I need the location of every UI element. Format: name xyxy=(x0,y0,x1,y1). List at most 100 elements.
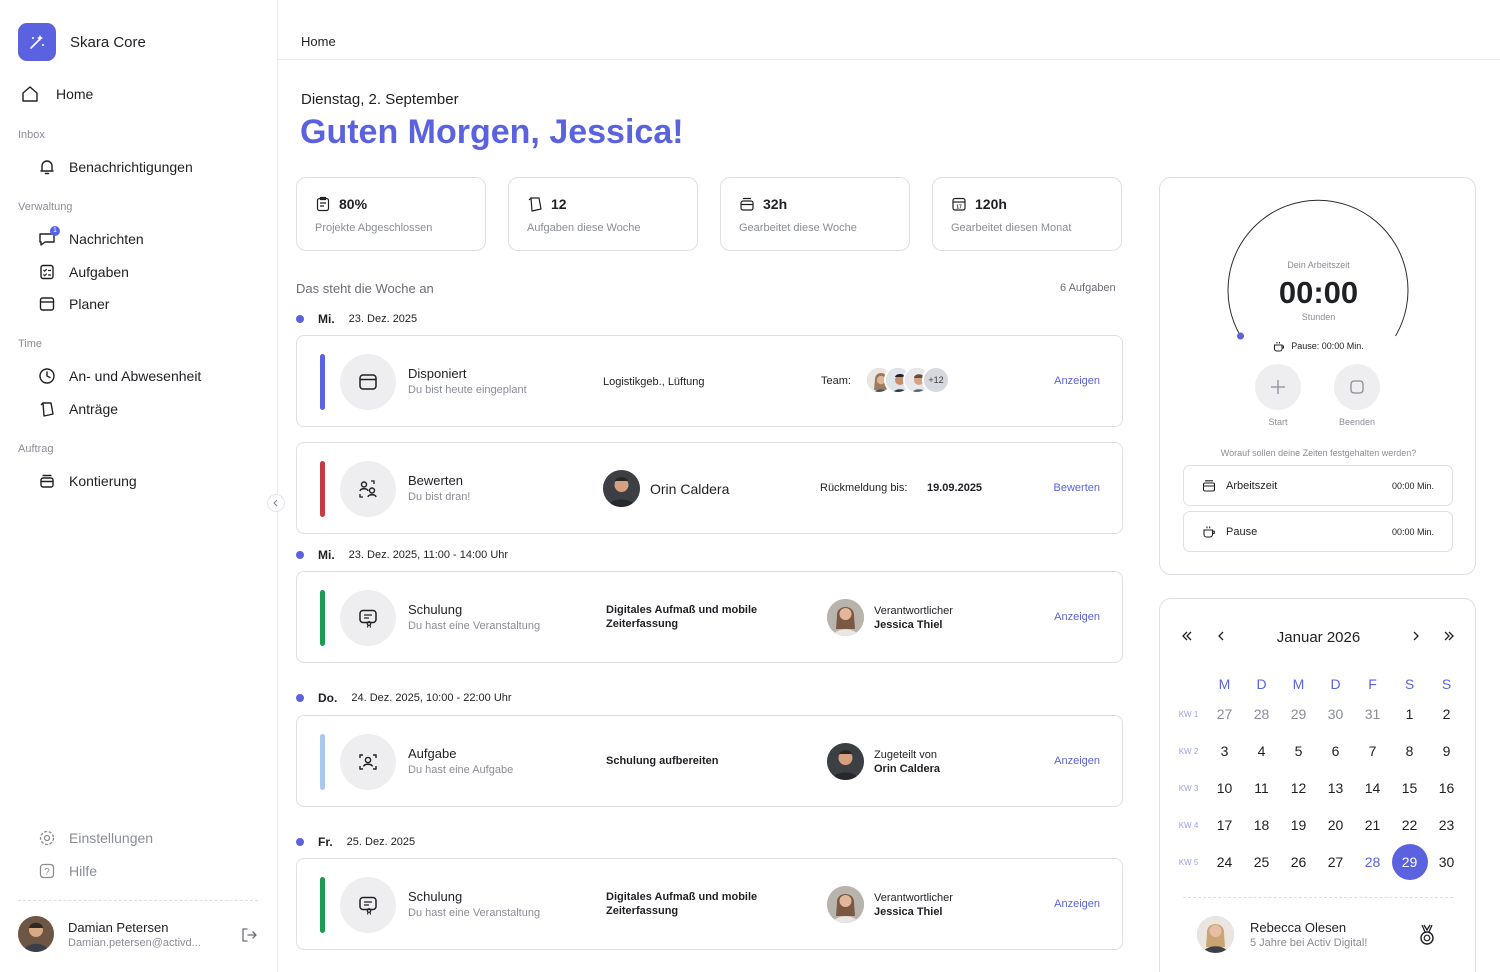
slot-arbeitszeit[interactable]: Arbeitszeit 00:00 Min. xyxy=(1183,465,1453,506)
calendar-day[interactable]: 6 xyxy=(1317,736,1354,766)
user-profile[interactable]: Damian Petersen Damian.petersen@activd..… xyxy=(18,916,260,952)
calendar-day[interactable]: 17 xyxy=(1206,810,1243,840)
anniversary: Rebecca Olesen 5 Jahre bei Activ Digital… xyxy=(1197,916,1437,953)
card-topic-line2: Zeiterfassung xyxy=(606,618,679,630)
day-header: Mi. 23. Dez. 2025 xyxy=(296,312,417,326)
calendar-day[interactable]: 27 xyxy=(1317,847,1354,877)
plus-icon xyxy=(1271,380,1285,394)
sidebar-item-planer[interactable]: Planer xyxy=(37,294,109,314)
calendar-day[interactable]: 21 xyxy=(1354,810,1391,840)
sidebar-item-hilfe[interactable]: ? Hilfe xyxy=(37,861,97,881)
timer-question: Worauf sollen deine Zeiten festgehalten … xyxy=(1220,448,1417,458)
sidebar-item-kontierung[interactable]: Kontierung xyxy=(37,471,137,491)
calendar-icon xyxy=(37,294,57,314)
calendar-day[interactable]: 30 xyxy=(1428,847,1465,877)
sidebar-item-benachrichtigungen[interactable]: Benachrichtigungen xyxy=(37,157,193,177)
card-color-bar xyxy=(320,461,325,517)
calendar-day[interactable]: 28 xyxy=(1354,847,1391,877)
svg-text:17: 17 xyxy=(956,204,962,210)
sidebar-item-home[interactable]: Home xyxy=(20,84,93,104)
show-button[interactable]: Anzeigen xyxy=(1054,375,1100,387)
calendar-day[interactable]: 9 xyxy=(1428,736,1465,766)
stat-card-week-hours: 32h Gearbeitet diese Woche xyxy=(720,177,910,251)
next-year-button[interactable] xyxy=(1442,629,1456,643)
calendar-day[interactable]: 5 xyxy=(1280,736,1317,766)
team-label: Team: xyxy=(821,375,851,387)
user-email: Damian.petersen@activd... xyxy=(68,936,201,949)
sidebar-item-antraege[interactable]: Anträge xyxy=(37,399,118,419)
slot-pause[interactable]: Pause 00:00 Min. xyxy=(1183,511,1453,552)
calendar-month: Januar 2026 xyxy=(1276,629,1361,646)
calendar-day[interactable]: 7 xyxy=(1354,736,1391,766)
collapse-sidebar-button[interactable] xyxy=(267,494,285,512)
calendar-day[interactable]: 29 xyxy=(1280,699,1317,729)
people-swap-icon xyxy=(340,461,396,517)
stop-button[interactable] xyxy=(1334,364,1380,410)
calendar-day[interactable]: 10 xyxy=(1206,773,1243,803)
sidebar-item-label: Kontierung xyxy=(69,473,137,489)
next-month-button[interactable] xyxy=(1409,629,1423,643)
selected-day[interactable]: 29 xyxy=(1391,844,1428,880)
clipboard-icon xyxy=(315,196,331,212)
section-auftrag: Auftrag xyxy=(18,443,54,455)
task-card-schulung: Schulung Du hast eine Veranstaltung Digi… xyxy=(296,571,1123,663)
brand-name: Skara Core xyxy=(70,33,146,51)
calendar-day[interactable]: 8 xyxy=(1391,736,1428,766)
calendar-day[interactable]: 20 xyxy=(1317,810,1354,840)
clock-icon xyxy=(37,366,57,386)
calendar-day[interactable]: 25 xyxy=(1243,847,1280,877)
notification-badge: 1 xyxy=(50,226,60,236)
calendar-day[interactable]: 27 xyxy=(1206,699,1243,729)
card-title: Aufgabe xyxy=(408,746,457,761)
timer-value: 00:00 xyxy=(1278,275,1359,310)
sidebar-item-label: Planer xyxy=(69,296,110,312)
task-card-disponiert: Disponiert Du bist heute eingeplant Logi… xyxy=(296,335,1123,427)
calendar-day[interactable]: 19 xyxy=(1280,810,1317,840)
breadcrumb[interactable]: Home xyxy=(301,34,336,49)
calendar-day[interactable]: 12 xyxy=(1280,773,1317,803)
card-title: Bewerten xyxy=(408,473,463,488)
weekday-label: F xyxy=(1368,676,1377,692)
calendar-day[interactable]: 15 xyxy=(1391,773,1428,803)
calendar-day[interactable]: 14 xyxy=(1354,773,1391,803)
sidebar-item-aufgaben[interactable]: Aufgaben xyxy=(37,262,129,282)
calendar-day[interactable]: 29 xyxy=(1391,844,1428,880)
calendar-day[interactable]: 16 xyxy=(1428,773,1465,803)
home-icon xyxy=(20,84,40,104)
sidebar-item-einstellungen[interactable]: Einstellungen xyxy=(37,828,153,848)
calendar-day[interactable]: 26 xyxy=(1280,847,1317,877)
week-number: KW 5 xyxy=(1178,857,1199,867)
sidebar-item-anwesenheit[interactable]: An- und Abwesenheit xyxy=(37,366,201,386)
calendar-day[interactable]: 24 xyxy=(1206,847,1243,877)
calendar-day[interactable]: 2 xyxy=(1428,699,1465,729)
show-button[interactable]: Anzeigen xyxy=(1054,755,1100,767)
card-title: Schulung xyxy=(408,602,463,617)
show-button[interactable]: Anzeigen xyxy=(1054,611,1100,623)
calendar-day[interactable]: 31 xyxy=(1354,699,1391,729)
card-person: Orin Caldera xyxy=(603,470,729,507)
start-button[interactable] xyxy=(1255,364,1301,410)
team-avatars[interactable]: +12 xyxy=(865,366,950,394)
rate-button[interactable]: Bewerten xyxy=(1054,482,1100,494)
user-name: Damian Petersen xyxy=(68,919,169,935)
page-title: Guten Morgen, Jessica! xyxy=(300,113,684,151)
calendar-day[interactable]: 13 xyxy=(1317,773,1354,803)
calendar-day[interactable]: 11 xyxy=(1243,773,1280,803)
stat-label: Projekte Abgeschlossen xyxy=(315,222,433,234)
sidebar-item-nachrichten[interactable]: 1 Nachrichten xyxy=(37,226,144,249)
calendar-day[interactable]: 1 xyxy=(1391,699,1428,729)
calendar-day[interactable]: 22 xyxy=(1391,810,1428,840)
calendar-day[interactable]: 30 xyxy=(1317,699,1354,729)
show-button[interactable]: Anzeigen xyxy=(1054,898,1100,910)
brand[interactable]: Skara Core xyxy=(18,23,146,61)
calendar-day[interactable]: 18 xyxy=(1243,810,1280,840)
calendar-day[interactable]: 3 xyxy=(1206,736,1243,766)
calendar-day[interactable]: 23 xyxy=(1428,810,1465,840)
day-name: Mi. xyxy=(318,312,335,326)
coffee-icon xyxy=(1202,525,1216,539)
calendar-day[interactable]: 28 xyxy=(1243,699,1280,729)
gear-icon xyxy=(37,828,57,848)
logout-icon[interactable] xyxy=(240,926,258,944)
calendar-day[interactable]: 4 xyxy=(1243,736,1280,766)
stat-label: Gearbeitet diese Woche xyxy=(739,222,857,234)
